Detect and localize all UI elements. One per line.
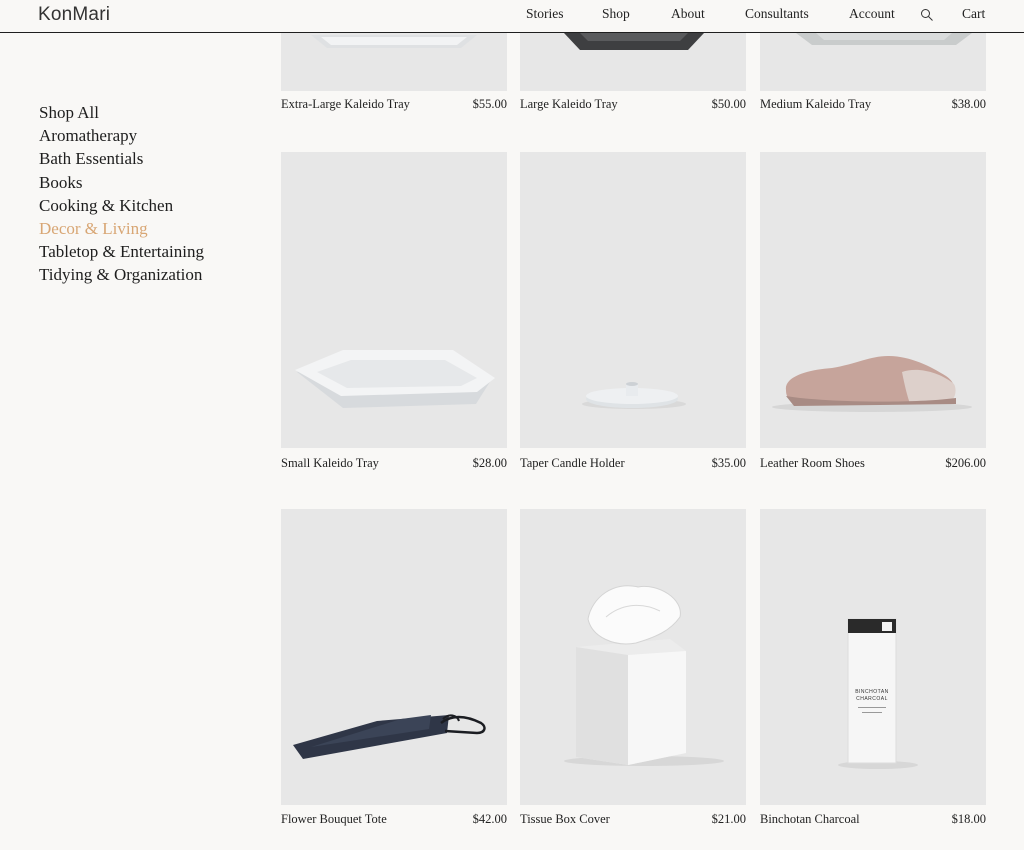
product-price: $42.00 xyxy=(472,812,507,826)
product-price: $28.00 xyxy=(472,456,507,470)
product-name[interactable]: Small Kaleido Tray xyxy=(281,456,379,471)
nav-cart[interactable]: Cart xyxy=(962,6,985,22)
product-name[interactable]: Extra-Large Kaleido Tray xyxy=(281,97,410,112)
nav-consultants[interactable]: Consultants xyxy=(745,6,809,22)
product-price: $206.00 xyxy=(945,456,986,470)
sidebar-item-bath-essentials[interactable]: Bath Essentials xyxy=(39,147,204,170)
sidebar-item-tabletop-entertaining[interactable]: Tabletop & Entertaining xyxy=(39,240,204,263)
product-name[interactable]: Tissue Box Cover xyxy=(520,812,610,827)
product-name[interactable]: Flower Bouquet Tote xyxy=(281,812,387,827)
product-card[interactable]: Taper Candle Holder $35.00 xyxy=(520,152,746,470)
nav-about[interactable]: About xyxy=(671,6,705,22)
product-name[interactable]: Medium Kaleido Tray xyxy=(760,97,871,112)
sidebar-item-aromatherapy[interactable]: Aromatherapy xyxy=(39,124,204,147)
product-card[interactable]: Tissue Box Cover $21.00 xyxy=(520,509,746,826)
top-nav-bar: KonMari Stories Shop About Consultants A… xyxy=(0,0,1024,33)
sidebar-item-decor-living[interactable]: Decor & Living xyxy=(39,217,204,240)
product-price: $18.00 xyxy=(951,812,986,826)
package-label-line2: CHARCOAL xyxy=(856,696,888,702)
nav-account[interactable]: Account xyxy=(849,6,895,22)
product-price: $55.00 xyxy=(472,97,507,111)
product-name[interactable]: Binchotan Charcoal xyxy=(760,812,860,827)
package-label-line1: BINCHOTAN xyxy=(855,689,889,695)
product-card[interactable]: Leather Room Shoes $206.00 xyxy=(760,152,986,470)
product-image[interactable] xyxy=(281,509,507,805)
product-name[interactable]: Taper Candle Holder xyxy=(520,456,625,471)
sidebar-item-cooking-kitchen[interactable]: Cooking & Kitchen xyxy=(39,194,204,217)
product-image[interactable]: BINCHOTAN CHARCOAL xyxy=(760,509,986,805)
product-price: $50.00 xyxy=(711,97,746,111)
sidebar-item-shop-all[interactable]: Shop All xyxy=(39,101,204,124)
product-image[interactable] xyxy=(281,152,507,448)
product-name[interactable]: Large Kaleido Tray xyxy=(520,97,618,112)
product-card[interactable]: BINCHOTAN CHARCOAL Binchotan Charcoal $1… xyxy=(760,509,986,826)
product-image[interactable] xyxy=(520,509,746,805)
category-sidebar: Shop All Aromatherapy Bath Essentials Bo… xyxy=(39,101,204,287)
sidebar-item-books[interactable]: Books xyxy=(39,171,204,194)
sidebar-item-tidying-organization[interactable]: Tidying & Organization xyxy=(39,263,204,286)
product-name[interactable]: Leather Room Shoes xyxy=(760,456,865,471)
product-price: $35.00 xyxy=(711,456,746,470)
product-card[interactable]: Flower Bouquet Tote $42.00 xyxy=(281,509,507,826)
konmari-logo[interactable]: KonMari xyxy=(38,4,110,26)
product-image[interactable] xyxy=(520,152,746,448)
product-price: $21.00 xyxy=(711,812,746,826)
product-price: $38.00 xyxy=(951,97,986,111)
nav-stories[interactable]: Stories xyxy=(526,6,564,22)
search-icon[interactable] xyxy=(920,8,934,22)
nav-shop[interactable]: Shop xyxy=(602,6,630,22)
product-image[interactable] xyxy=(760,152,986,448)
product-card[interactable]: Small Kaleido Tray $28.00 xyxy=(281,152,507,470)
